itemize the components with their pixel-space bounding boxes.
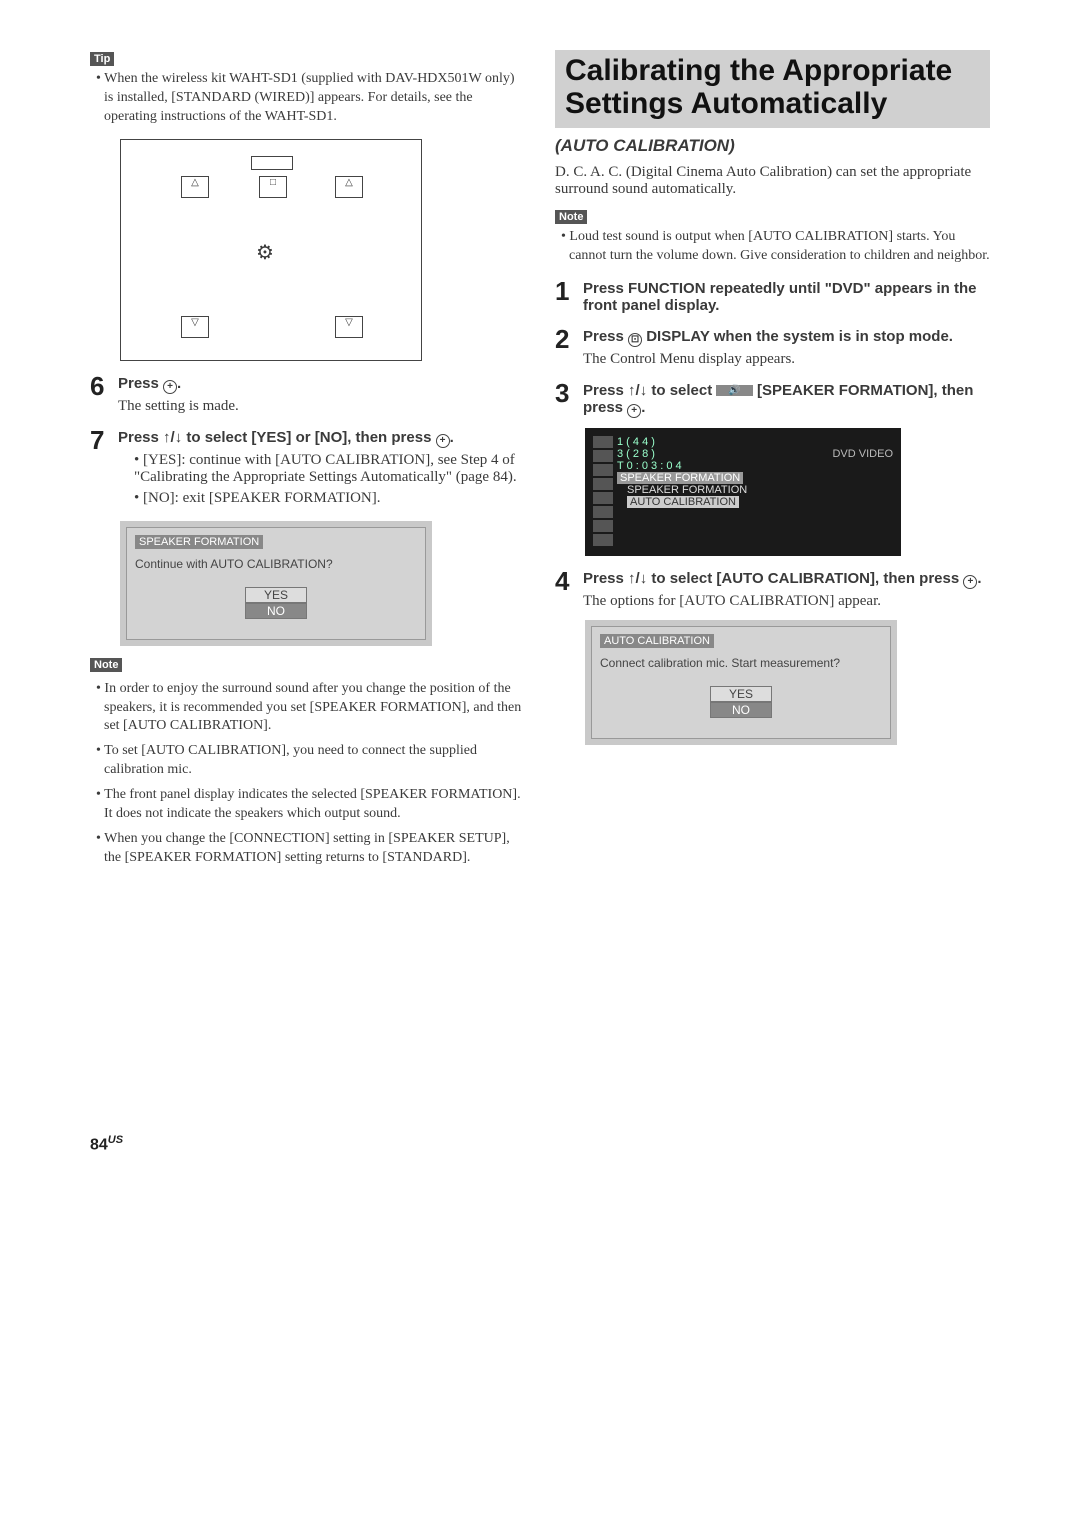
section-title: Calibrating the Appropriate Settings Aut… xyxy=(565,54,980,120)
step6-sub: The setting is made. xyxy=(118,398,525,415)
display-icon: ⊡ xyxy=(628,333,642,347)
step-number-7: 7 xyxy=(90,425,118,456)
step7-yes-bullet: [YES]: continue with [AUTO CALIBRATION],… xyxy=(134,452,525,486)
speaker-layout-diagram: △ □ △ ⚙ ▽ ▽ xyxy=(120,139,422,361)
step-number-2: 2 xyxy=(555,324,583,355)
left-notes: In order to enjoy the surround sound aft… xyxy=(90,680,525,868)
step1-heading: Press FUNCTION repeatedly until "DVD" ap… xyxy=(583,280,990,314)
note-badge: Note xyxy=(555,210,587,224)
step7-no-bullet: [NO]: exit [SPEAKER FORMATION]. xyxy=(134,490,525,507)
enter-icon: + xyxy=(627,404,641,418)
control-menu-display: 1 ( 4 4 ) 3 ( 2 8 ) DVD VIDEO T 0 : 0 3 … xyxy=(585,428,901,556)
enter-icon: + xyxy=(963,575,977,589)
osd-speaker-formation: SPEAKER FORMATION Continue with AUTO CAL… xyxy=(120,521,432,646)
step6-heading: Press +. xyxy=(118,375,525,394)
step7-heading: Press ↑/↓ to select [YES] or [NO], then … xyxy=(118,429,525,448)
note-badge: Note xyxy=(90,658,122,672)
step-number-4: 4 xyxy=(555,566,583,597)
step2-heading: Press ⊡ DISPLAY when the system is in st… xyxy=(583,328,990,347)
step-number-6: 6 xyxy=(90,371,118,402)
tip-badge: Tip xyxy=(90,52,114,66)
step-number-3: 3 xyxy=(555,378,583,409)
enter-icon: + xyxy=(163,380,177,394)
right-note-text: • Loud test sound is output when [AUTO C… xyxy=(555,228,990,266)
step-number-1: 1 xyxy=(555,276,583,307)
osd-no-option: NO xyxy=(710,702,772,718)
enter-icon: + xyxy=(436,434,450,448)
section-subtitle: (AUTO CALIBRATION) xyxy=(555,136,990,156)
page-number: 84US xyxy=(90,1134,990,1154)
step2-sub: The Control Menu display appears. xyxy=(583,351,990,368)
tip-text: • When the wireless kit WAHT-SD1 (suppli… xyxy=(90,70,525,127)
osd-no-option: NO xyxy=(245,603,307,619)
intro-text: D. C. A. C. (Digital Cinema Auto Calibra… xyxy=(555,164,990,198)
step3-heading: Press ↑/↓ to select 🔊 [SPEAKER FORMATION… xyxy=(583,382,990,418)
step4-heading: Press ↑/↓ to select [AUTO CALIBRATION], … xyxy=(583,570,990,589)
osd-auto-calibration: AUTO CALIBRATION Connect calibration mic… xyxy=(585,620,897,745)
section-title-box: Calibrating the Appropriate Settings Aut… xyxy=(555,50,990,128)
speaker-formation-icon: 🔊 xyxy=(716,385,752,396)
step4-sub: The options for [AUTO CALIBRATION] appea… xyxy=(583,593,990,610)
osd-yes-option: YES xyxy=(710,686,772,702)
osd-yes-option: YES xyxy=(245,587,307,603)
